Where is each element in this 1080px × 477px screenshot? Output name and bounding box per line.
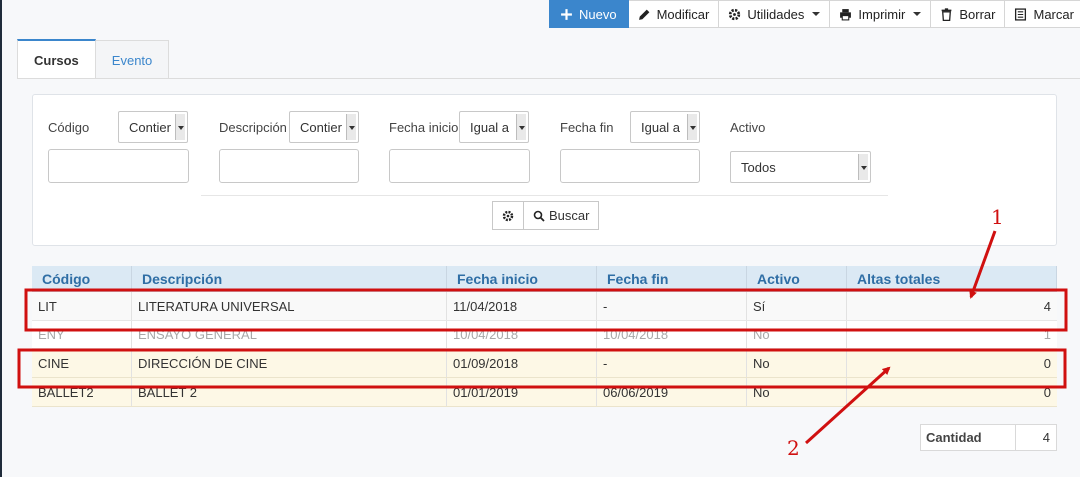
filter-panel: Código Contier Descripción Contier Fecha… [32, 94, 1057, 246]
cell-total-registrations: 0 [1043, 355, 1051, 371]
column-header-total-registrations[interactable]: Altas totales [847, 266, 1057, 291]
trash-icon [941, 7, 952, 21]
cell-total-registrations: 1 [1043, 327, 1051, 342]
courses-table: Código Descripción Fecha inicio Fecha fi… [32, 266, 1057, 407]
search-settings-button[interactable] [492, 201, 524, 230]
start-date-filter-input[interactable] [389, 149, 530, 183]
cell-code: CINE [32, 349, 132, 377]
code-filter-input[interactable] [48, 149, 189, 183]
cell-end-date: - [597, 349, 747, 377]
search-button[interactable]: Buscar [524, 201, 600, 230]
end-date-operator-select[interactable]: Igual a [630, 111, 700, 143]
cell-total-registrations: 4 [1043, 298, 1051, 314]
active-filter-label: Activo [730, 120, 766, 135]
delete-button-label: Borrar [959, 6, 996, 22]
table-row[interactable]: BALLET2 BALLET 2 01/01/2019 06/06/2019 N… [32, 378, 1057, 407]
code-operator-select[interactable]: Contier [118, 111, 188, 143]
new-button-label: Nuevo [579, 6, 617, 22]
new-button[interactable]: Nuevo [549, 0, 629, 28]
code-operator-value: Contier [129, 119, 171, 135]
active-filter-select[interactable]: Todos [730, 151, 871, 183]
annotation-label-2: 2 [787, 436, 800, 460]
active-filter-value: Todos [741, 159, 776, 175]
pencil-icon [638, 8, 650, 20]
start-date-operator-value: Igual a [470, 119, 510, 135]
table-row[interactable]: LIT LITERATURA UNIVERSAL 11/04/2018 - Sí… [32, 292, 1057, 321]
cell-end-date: - [597, 292, 747, 320]
count-summary: Cantidad 4 [920, 424, 1057, 451]
code-filter-label: Código [48, 120, 90, 135]
action-toolbar: Nuevo Modificar Utilidades Imprimir Borr… [549, 0, 1080, 28]
cell-code: BALLET2 [32, 378, 132, 406]
table-header-row: Código Descripción Fecha inicio Fecha fi… [32, 266, 1057, 292]
cell-active: Sí [747, 292, 847, 320]
cell-description: LITERATURA UNIVERSAL [132, 292, 447, 320]
delete-button[interactable]: Borrar [931, 0, 1006, 28]
count-label: Cantidad [921, 425, 1016, 450]
modify-button[interactable]: Modificar [628, 0, 720, 28]
gear-icon [502, 210, 514, 221]
column-header-end-date[interactable]: Fecha fin [597, 266, 747, 291]
plus-icon [561, 8, 572, 20]
gear-icon [729, 8, 741, 20]
table-row[interactable]: CINE DIRECCIÓN DE CINE 01/09/2018 - No 0 [32, 349, 1057, 378]
description-operator-select[interactable]: Contier [289, 111, 359, 143]
tab-bar: Cursos Evento [17, 39, 170, 79]
cell-description: ENSAYO GENERAL [132, 321, 447, 348]
column-header-active[interactable]: Activo [747, 266, 847, 291]
cell-code: ENY [32, 321, 132, 348]
utilities-button-label: Utilidades [747, 6, 805, 22]
column-header-code[interactable]: Código [32, 266, 132, 291]
printer-icon [840, 8, 852, 20]
table-row[interactable]: ENY ENSAYO GENERAL 10/04/2018 10/04/2018… [32, 321, 1057, 349]
chevron-down-icon [913, 12, 922, 16]
column-header-description[interactable]: Descripción [132, 266, 447, 291]
search-actions: Buscar [492, 201, 600, 230]
annotation-label-1: 1 [991, 205, 1004, 229]
mark-button[interactable]: Marcar [1005, 0, 1080, 28]
start-date-operator-select[interactable]: Igual a [459, 111, 529, 143]
cell-total-registrations: 0 [1043, 384, 1051, 400]
count-value: 4 [1042, 430, 1050, 445]
cell-active: No [747, 321, 847, 348]
start-date-filter-label: Fecha inicio [389, 120, 459, 135]
chevron-down-icon [175, 114, 185, 140]
tab-evento[interactable]: Evento [95, 40, 170, 79]
modify-button-label: Modificar [656, 6, 710, 22]
cell-active: No [747, 349, 847, 377]
filter-separator [201, 195, 888, 196]
chevron-down-icon [812, 12, 821, 16]
description-filter-input[interactable] [219, 149, 359, 183]
description-operator-value: Contier [300, 119, 342, 135]
chevron-down-icon [858, 154, 868, 180]
mark-button-label: Marcar [1033, 6, 1074, 22]
search-button-label: Buscar [549, 208, 590, 223]
chevron-down-icon [346, 114, 356, 140]
cell-active: No [747, 378, 847, 406]
cell-start-date: 10/04/2018 [447, 321, 597, 348]
cell-description: BALLET 2 [132, 378, 447, 406]
column-header-start-date[interactable]: Fecha inicio [447, 266, 597, 291]
cell-description: DIRECCIÓN DE CINE [132, 349, 447, 377]
tab-cursos[interactable]: Cursos [17, 39, 96, 79]
chevron-down-icon [687, 114, 697, 140]
cell-end-date: 06/06/2019 [597, 378, 747, 406]
search-icon [533, 210, 545, 222]
print-dropdown-button[interactable]: Imprimir [830, 0, 932, 28]
list-icon [1015, 7, 1027, 21]
cell-start-date: 01/09/2018 [447, 349, 597, 377]
end-date-filter-input[interactable] [560, 149, 700, 183]
end-date-operator-value: Igual a [641, 119, 681, 135]
cell-end-date: 10/04/2018 [597, 321, 747, 348]
cell-code: LIT [32, 292, 132, 320]
print-button-label: Imprimir [858, 6, 906, 22]
tab-divider [17, 78, 1080, 79]
end-date-filter-label: Fecha fin [560, 120, 614, 135]
chevron-down-icon [516, 114, 526, 140]
description-filter-label: Descripción [219, 120, 287, 135]
cell-start-date: 01/01/2019 [447, 378, 597, 406]
cell-start-date: 11/04/2018 [447, 292, 597, 320]
utilities-dropdown-button[interactable]: Utilidades [719, 0, 831, 28]
left-edge-border [0, 0, 2, 477]
